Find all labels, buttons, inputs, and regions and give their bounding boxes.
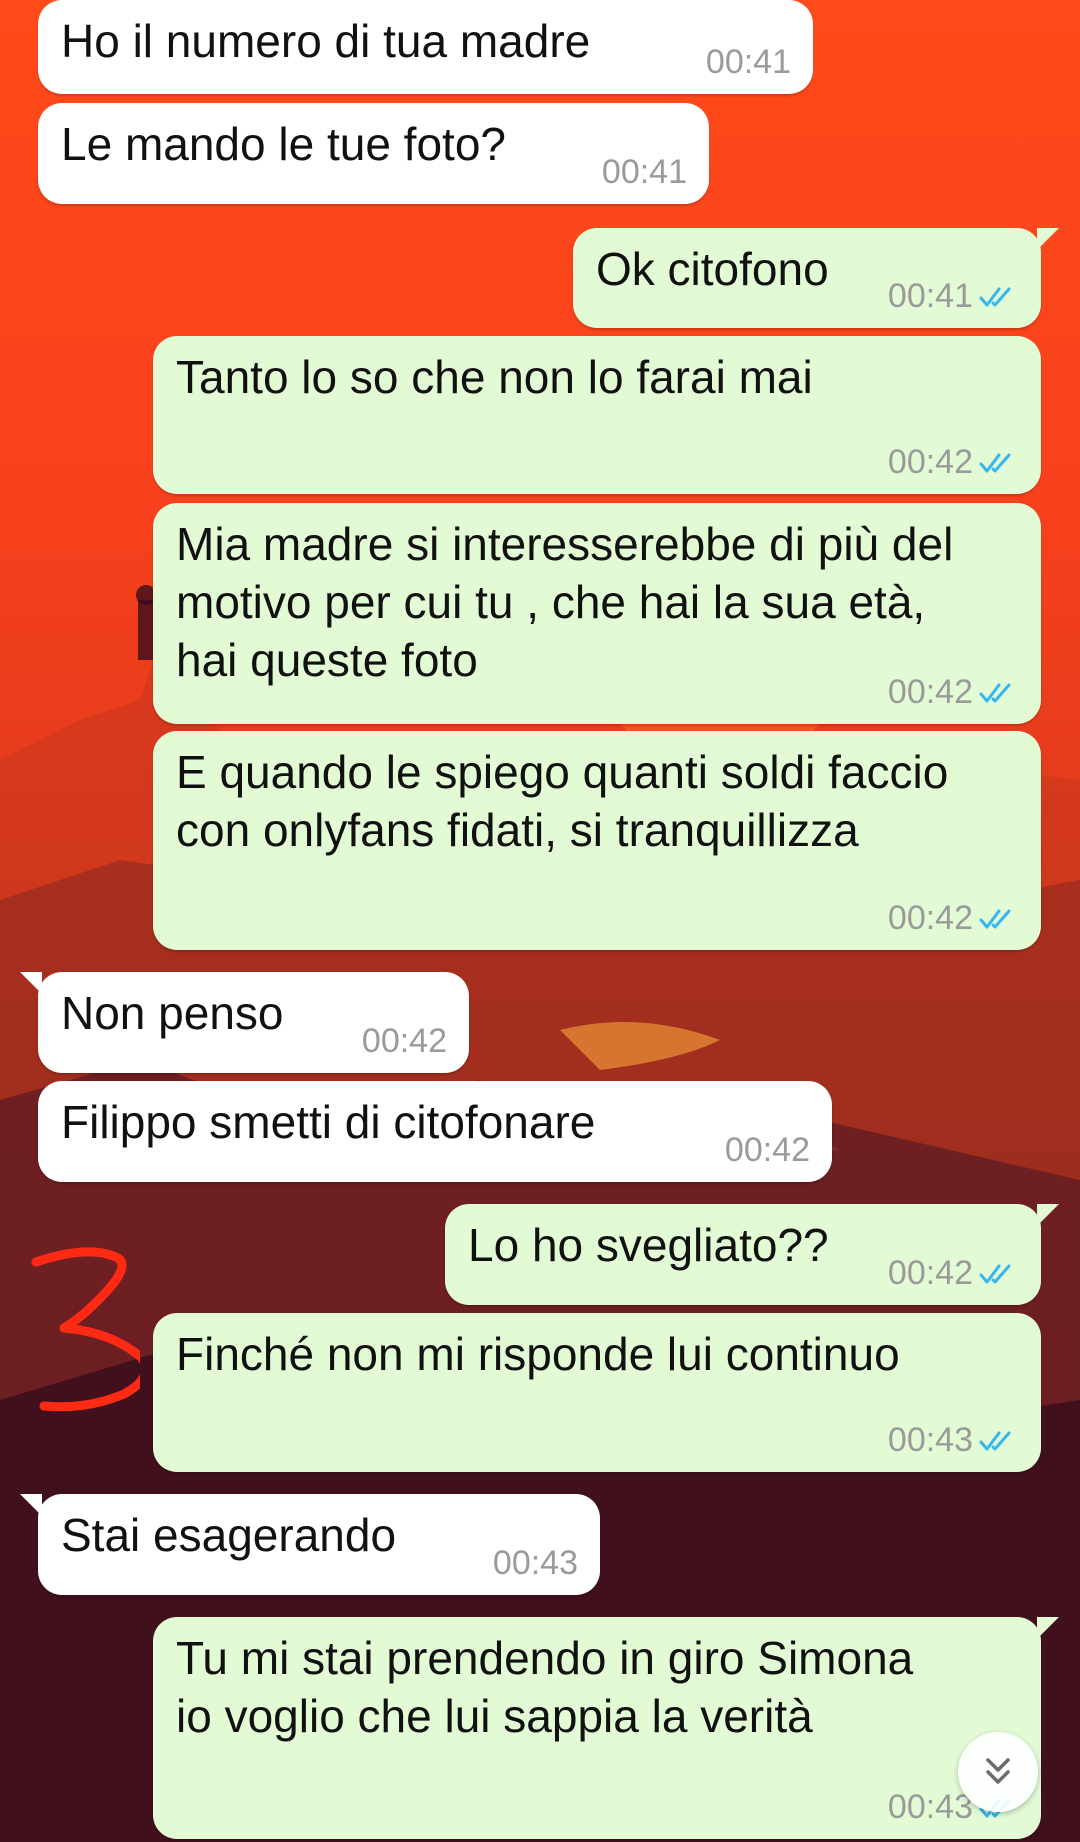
message-time: 00:42	[887, 1254, 973, 1292]
message-meta: 00:42	[888, 673, 1019, 712]
message-time: 00:42	[724, 1131, 810, 1169]
message-text: Tu mi stai prendendo in giro Simona io v…	[176, 1632, 914, 1742]
message-bubble-outgoing[interactable]: Mia madre si interesserebbe di più del m…	[153, 503, 1041, 724]
read-double-check-icon	[979, 1264, 1011, 1283]
read-double-check-icon	[979, 1431, 1011, 1450]
message-bubble-outgoing[interactable]: E quando le spiego quanti soldi faccio c…	[153, 731, 1041, 950]
message-meta: 00:42	[888, 443, 1019, 482]
bubble-tail	[1037, 1204, 1059, 1226]
bubble-tail	[1037, 228, 1059, 250]
scroll-to-bottom-button[interactable]	[958, 1732, 1038, 1812]
message-bubble-incoming[interactable]: Filippo smetti di citofonare 00:42	[38, 1081, 832, 1182]
read-double-check-icon	[979, 909, 1011, 928]
message-text: Ok citofono	[596, 243, 829, 295]
message-time: 00:42	[361, 1022, 447, 1060]
read-double-check-icon	[979, 287, 1011, 306]
message-meta: 00:43	[888, 1421, 1019, 1460]
message-bubble-incoming[interactable]: Le mando le tue foto? 00:41	[38, 103, 709, 204]
message-meta: 00:41	[706, 43, 791, 82]
message-time: 00:41	[601, 153, 687, 191]
message-meta: 00:42	[362, 1022, 447, 1061]
message-list[interactable]: Ho il numero di tua madre 00:41 Le mando…	[0, 0, 1080, 1842]
message-time: 00:43	[492, 1544, 578, 1582]
message-bubble-outgoing[interactable]: Tanto lo so che non lo farai mai 00:42	[153, 336, 1041, 494]
message-meta: 00:41	[602, 153, 687, 192]
handwritten-number-annotation	[31, 1247, 140, 1412]
message-bubble-outgoing[interactable]: Ok citofono 00:41	[573, 228, 1059, 328]
bubble-tail	[20, 1494, 42, 1516]
message-bubble-outgoing[interactable]: Tu mi stai prendendo in giro Simona io v…	[153, 1617, 1059, 1839]
message-bubble-incoming[interactable]: Ho il numero di tua madre 00:41	[38, 0, 813, 94]
message-bubble-incoming[interactable]: Stai esagerando 00:43	[20, 1494, 600, 1595]
message-meta: 00:43	[493, 1544, 578, 1583]
bubble-tail	[1037, 1617, 1059, 1639]
message-text: Stai esagerando	[61, 1509, 397, 1561]
message-time: 00:42	[887, 673, 973, 711]
message-text: Tanto lo so che non lo farai mai	[176, 351, 813, 403]
message-time: 00:41	[887, 277, 973, 315]
message-meta: 00:42	[888, 1254, 1019, 1293]
message-text: Ho il numero di tua madre	[61, 15, 591, 67]
message-time: 00:42	[887, 899, 973, 937]
bubble-tail	[20, 972, 42, 994]
message-meta: 00:41	[888, 277, 1019, 316]
message-text: E quando le spiego quanti soldi faccio c…	[176, 746, 949, 856]
message-bubble-outgoing[interactable]: Finché non mi risponde lui continuo 00:4…	[153, 1313, 1041, 1472]
message-text: Non penso	[61, 987, 284, 1039]
double-chevron-down-icon	[986, 1758, 1010, 1784]
message-bubble-outgoing[interactable]: Lo ho svegliato?? 00:42	[445, 1204, 1059, 1305]
read-double-check-icon	[979, 453, 1011, 472]
message-text: Filippo smetti di citofonare	[61, 1096, 596, 1148]
message-time: 00:41	[705, 43, 791, 81]
message-text: Lo ho svegliato??	[468, 1219, 829, 1271]
message-meta: 00:42	[725, 1131, 810, 1170]
message-time: 00:43	[887, 1788, 973, 1826]
read-double-check-icon	[979, 683, 1011, 702]
message-meta: 00:42	[888, 899, 1019, 938]
message-time: 00:43	[887, 1421, 973, 1459]
message-text: Le mando le tue foto?	[61, 118, 506, 170]
message-time: 00:42	[887, 443, 973, 481]
message-text: Finché non mi risponde lui continuo	[176, 1328, 900, 1380]
message-text: Mia madre si interesserebbe di più del m…	[176, 518, 954, 686]
message-bubble-incoming[interactable]: Non penso 00:42	[20, 972, 469, 1073]
